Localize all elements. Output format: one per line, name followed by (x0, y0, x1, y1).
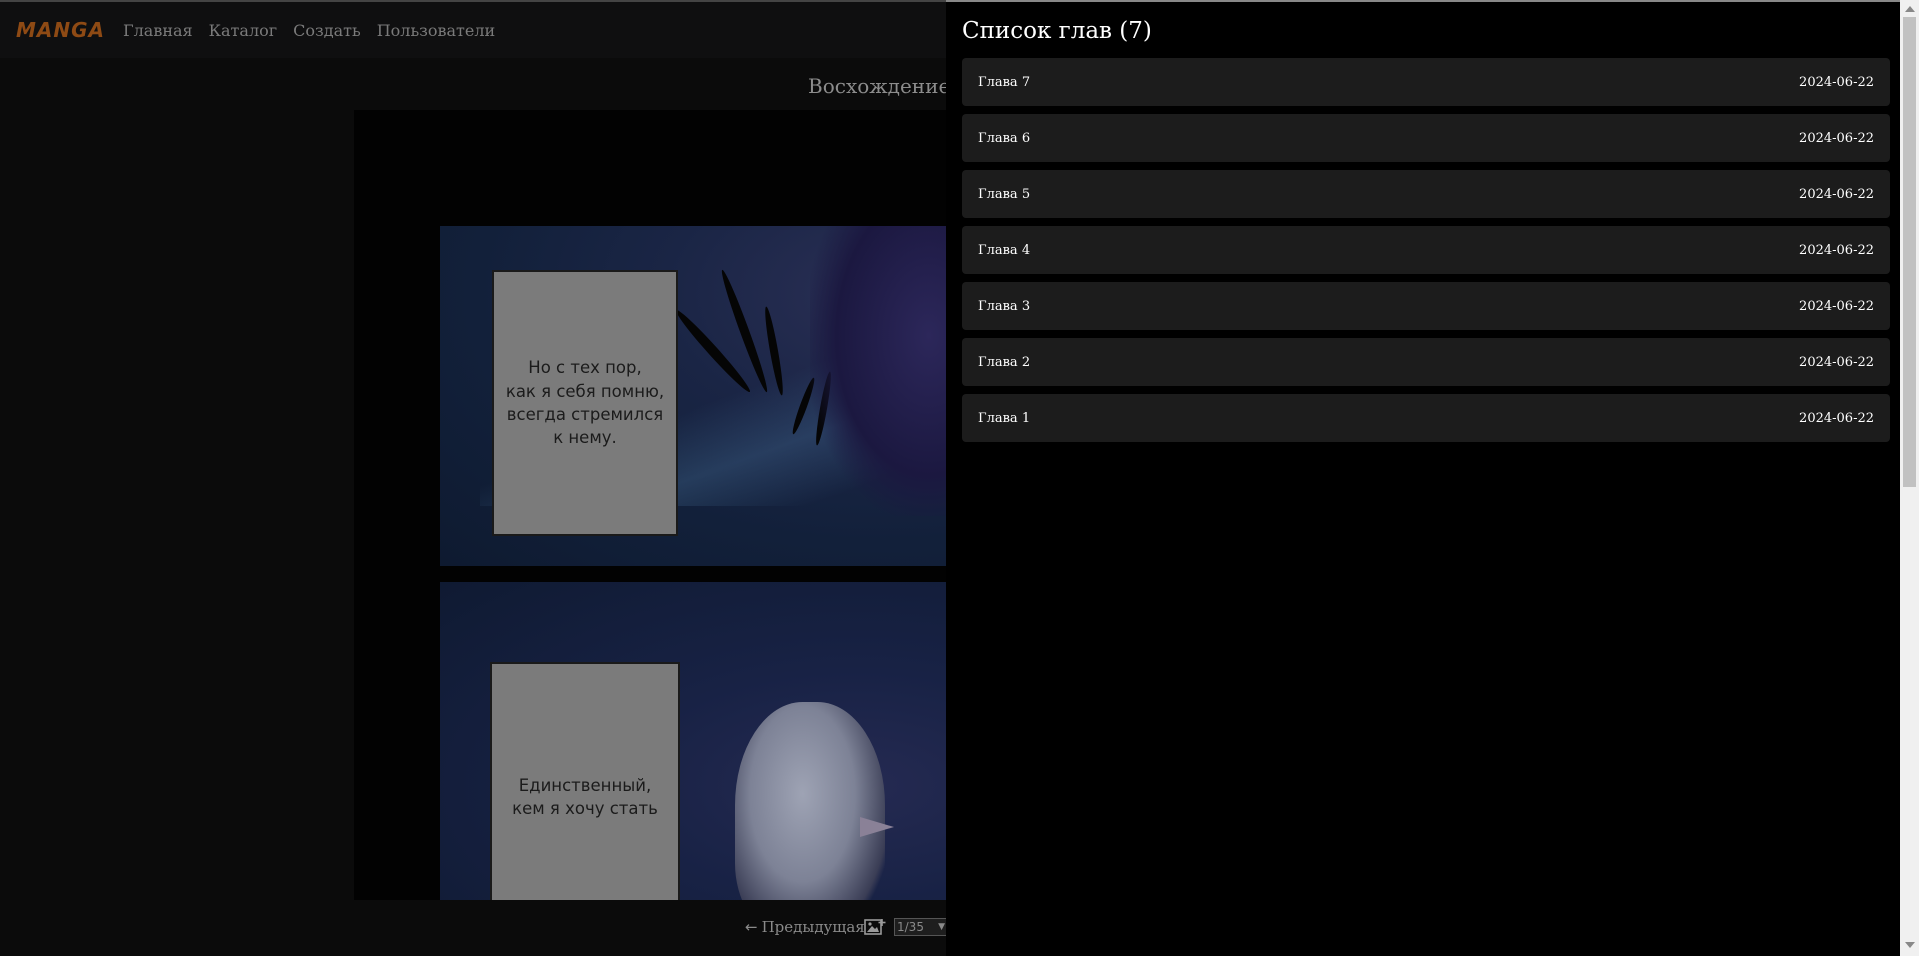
chapter-date: 2024-06-22 (1799, 74, 1874, 90)
scroll-up-arrow-icon[interactable] (1905, 6, 1915, 12)
chapter-item[interactable]: Глава 2 2024-06-22 (962, 338, 1890, 386)
chapter-name: Глава 5 (978, 186, 1031, 202)
chapter-item[interactable]: Глава 7 2024-06-22 (962, 58, 1890, 106)
drawer-title: Список глав (7) (962, 18, 1152, 44)
brand-logo[interactable]: MANGA (16, 18, 105, 42)
chapter-date: 2024-06-22 (1799, 410, 1874, 426)
nav-create[interactable]: Создать (293, 21, 361, 40)
page-select-value: 1/35 (897, 920, 924, 934)
vertical-scrollbar[interactable] (1900, 0, 1919, 956)
chapter-name: Глава 4 (978, 242, 1031, 258)
image-add-icon[interactable] (864, 918, 886, 936)
chapter-name: Глава 2 (978, 354, 1031, 370)
chapter-date: 2024-06-22 (1799, 130, 1874, 146)
nav-catalog[interactable]: Каталог (209, 21, 278, 40)
chapter-date: 2024-06-22 (1799, 354, 1874, 370)
ink-stroke (789, 376, 818, 436)
scrollbar-thumb[interactable] (1903, 17, 1916, 487)
manga-panel: Но с тех пор, как я себя помню, всегда с… (440, 226, 948, 566)
previous-chapter-button[interactable]: ← Предыдущая (745, 918, 865, 936)
chapter-item[interactable]: Глава 5 2024-06-22 (962, 170, 1890, 218)
manga-page-image: Но с тех пор, как я себя помню, всегда с… (440, 226, 948, 900)
previous-label: Предыдущая (761, 918, 865, 936)
chapter-item[interactable]: Глава 4 2024-06-22 (962, 226, 1890, 274)
nav-home[interactable]: Главная (123, 21, 193, 40)
ink-stroke (813, 370, 834, 447)
character-ear (860, 817, 894, 837)
chevron-down-icon: ▼ (938, 922, 945, 932)
chapter-date: 2024-06-22 (1799, 298, 1874, 314)
speech-box: Единственный, кем я хочу стать (490, 662, 680, 900)
nav-users[interactable]: Пользователи (377, 21, 496, 40)
character-illustration (735, 702, 885, 900)
scroll-down-arrow-icon[interactable] (1905, 942, 1915, 948)
arrow-left-icon: ← (745, 918, 758, 936)
manga-panel: Единственный, кем я хочу стать (440, 582, 948, 900)
chapter-item[interactable]: Глава 6 2024-06-22 (962, 114, 1890, 162)
speech-box: Но с тех пор, как я себя помню, всегда с… (492, 270, 678, 536)
chapter-list: Глава 7 2024-06-22 Глава 6 2024-06-22 Гл… (962, 58, 1890, 450)
chapter-name: Глава 3 (978, 298, 1031, 314)
chapter-item[interactable]: Глава 1 2024-06-22 (962, 394, 1890, 442)
reader-viewport: Но с тех пор, как я себя помню, всегда с… (354, 110, 948, 900)
chapter-date: 2024-06-22 (1799, 186, 1874, 202)
chapter-name: Глава 7 (978, 74, 1031, 90)
chapter-name: Глава 1 (978, 410, 1031, 426)
chapter-date: 2024-06-22 (1799, 242, 1874, 258)
chapter-list-drawer: Список глав (7) Глава 7 2024-06-22 Глава… (946, 0, 1900, 956)
chapter-name: Глава 6 (978, 130, 1031, 146)
chapter-item[interactable]: Глава 3 2024-06-22 (962, 282, 1890, 330)
ink-stroke (718, 268, 771, 394)
manga-title: Восхождение (808, 74, 951, 98)
page-select[interactable]: 1/35 ▼ (894, 918, 948, 936)
